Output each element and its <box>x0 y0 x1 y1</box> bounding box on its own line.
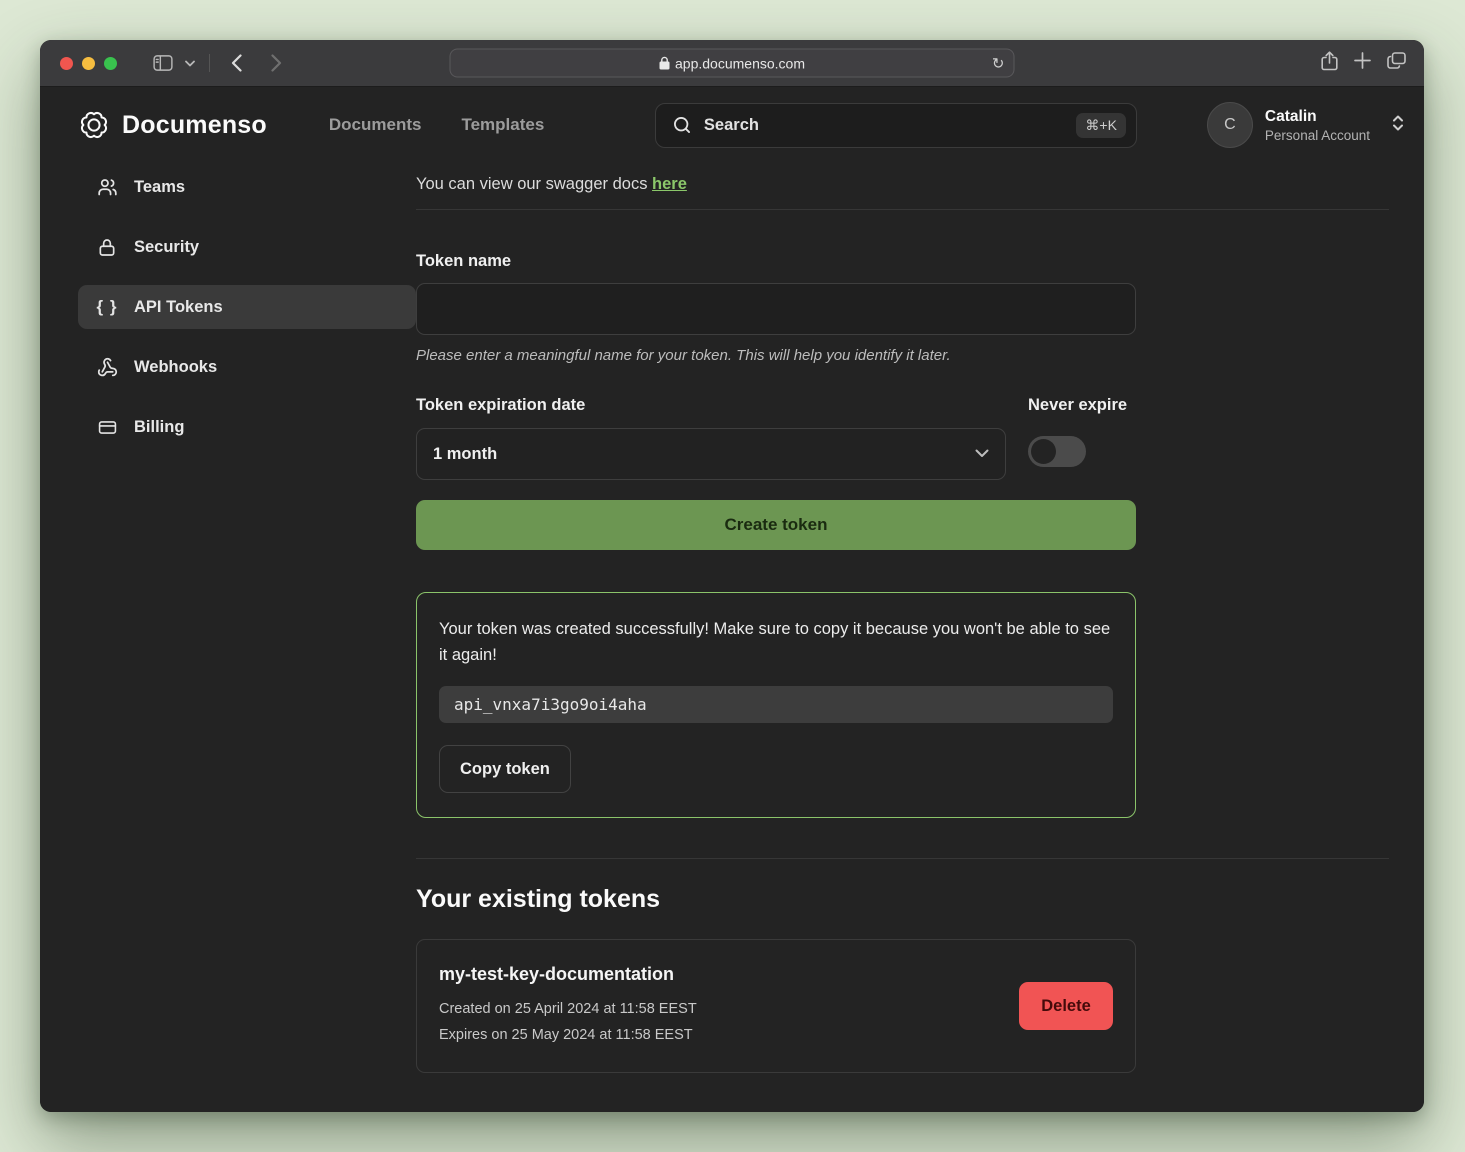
forward-button[interactable] <box>262 49 290 77</box>
token-expiration-select[interactable]: 1 month <box>416 428 1006 480</box>
sidebar-item-teams[interactable]: Teams <box>78 165 416 209</box>
search-icon <box>672 115 692 135</box>
sidebar-item-api-tokens[interactable]: { } API Tokens <box>78 285 416 329</box>
swagger-docs-text: You can view our swagger docs <box>416 175 652 193</box>
sidebar-item-webhooks[interactable]: Webhooks <box>78 345 416 389</box>
close-window-button[interactable] <box>60 57 73 70</box>
settings-sidebar: Teams Security { } API Tokens <box>78 163 416 1112</box>
delete-token-button[interactable]: Delete <box>1019 982 1113 1030</box>
api-tokens-panel: You can view our swagger docs here Token… <box>416 163 1389 1112</box>
never-expire-toggle[interactable] <box>1028 436 1086 467</box>
credit-card-icon <box>96 418 118 437</box>
search-shortcut-badge: ⌘+K <box>1076 113 1126 138</box>
sidebar-item-label: Security <box>134 238 199 257</box>
token-name-label: Token name <box>416 252 1136 271</box>
divider <box>416 209 1389 210</box>
zoom-window-button[interactable] <box>104 57 117 70</box>
brand[interactable]: Documenso <box>78 109 267 141</box>
account-menu[interactable]: C Catalin Personal Account <box>1207 102 1404 148</box>
chevron-down-icon <box>975 445 989 463</box>
sidebar-options-chevron-icon[interactable] <box>181 49 199 77</box>
account-type: Personal Account <box>1265 128 1370 143</box>
browser-window: app.documenso.com ↻ <box>40 40 1424 1112</box>
token-name-helper: Please enter a meaningful name for your … <box>416 347 1136 364</box>
url-text: app.documenso.com <box>675 55 805 71</box>
settings-content: Teams Security { } API Tokens <box>40 163 1424 1112</box>
new-tab-icon[interactable] <box>1354 52 1371 74</box>
tab-overview-icon[interactable] <box>1387 52 1406 74</box>
create-token-button[interactable]: Create token <box>416 500 1136 550</box>
lock-icon <box>659 57 669 70</box>
documenso-app: Documenso Documents Templates Search ⌘+K… <box>40 87 1424 1112</box>
sidebar-item-billing[interactable]: Billing <box>78 405 416 449</box>
users-icon <box>96 177 118 198</box>
token-card-name: my-test-key-documentation <box>439 964 1113 985</box>
brand-name: Documenso <box>122 111 267 140</box>
token-name-input[interactable] <box>416 283 1136 335</box>
chevron-up-down-icon <box>1392 114 1404 137</box>
token-value: api_vnxa7i3go9oi4aha <box>439 686 1113 723</box>
sidebar-item-label: Teams <box>134 178 185 197</box>
nav-documents[interactable]: Documents <box>329 115 422 135</box>
sidebar-item-security[interactable]: Security <box>78 225 416 269</box>
token-expiration-label: Token expiration date <box>416 396 1006 415</box>
swagger-docs-link[interactable]: here <box>652 175 687 193</box>
browser-toolbar: app.documenso.com ↻ <box>40 40 1424 87</box>
token-created-message: Your token was created successfully! Mak… <box>439 617 1113 668</box>
token-card-dates: Created on 25 April 2024 at 11:58 EEST E… <box>439 997 1113 1048</box>
copy-token-button[interactable]: Copy token <box>439 745 571 793</box>
account-name: Catalin <box>1265 107 1370 128</box>
share-icon[interactable] <box>1321 51 1338 76</box>
existing-tokens-heading: Your existing tokens <box>416 885 1389 914</box>
back-button[interactable] <box>222 49 250 77</box>
address-bar[interactable]: app.documenso.com ↻ <box>450 49 1015 78</box>
app-header: Documenso Documents Templates Search ⌘+K… <box>40 87 1424 163</box>
reload-icon[interactable]: ↻ <box>992 54 1005 72</box>
swagger-docs-note: You can view our swagger docs here <box>416 175 1389 194</box>
sidebar-item-label: API Tokens <box>134 298 223 317</box>
never-expire-label: Never expire <box>1028 396 1127 415</box>
lock-icon <box>96 237 118 258</box>
token-created-date: Created on 25 April 2024 at 11:58 EEST <box>439 997 1113 1022</box>
sidebar-item-label: Webhooks <box>134 358 217 377</box>
divider <box>416 858 1389 859</box>
search-input[interactable]: Search ⌘+K <box>655 103 1137 148</box>
token-expires-date: Expires on 25 May 2024 at 11:58 EEST <box>439 1023 1113 1048</box>
avatar: C <box>1207 102 1253 148</box>
search-placeholder: Search <box>704 116 1064 135</box>
minimize-window-button[interactable] <box>82 57 95 70</box>
sidebar-toggle-icon[interactable] <box>149 49 177 77</box>
toggle-knob <box>1031 439 1056 464</box>
token-expiration-value: 1 month <box>433 445 497 464</box>
documenso-logo-icon <box>78 109 110 141</box>
nav-templates[interactable]: Templates <box>461 115 544 135</box>
main-nav: Documents Templates <box>329 115 544 135</box>
token-card: my-test-key-documentation Created on 25 … <box>416 939 1136 1073</box>
sidebar-item-label: Billing <box>134 418 184 437</box>
token-created-alert: Your token was created successfully! Mak… <box>416 592 1136 818</box>
traffic-lights <box>60 57 117 70</box>
webhook-icon <box>96 357 118 378</box>
braces-icon: { } <box>96 297 118 317</box>
